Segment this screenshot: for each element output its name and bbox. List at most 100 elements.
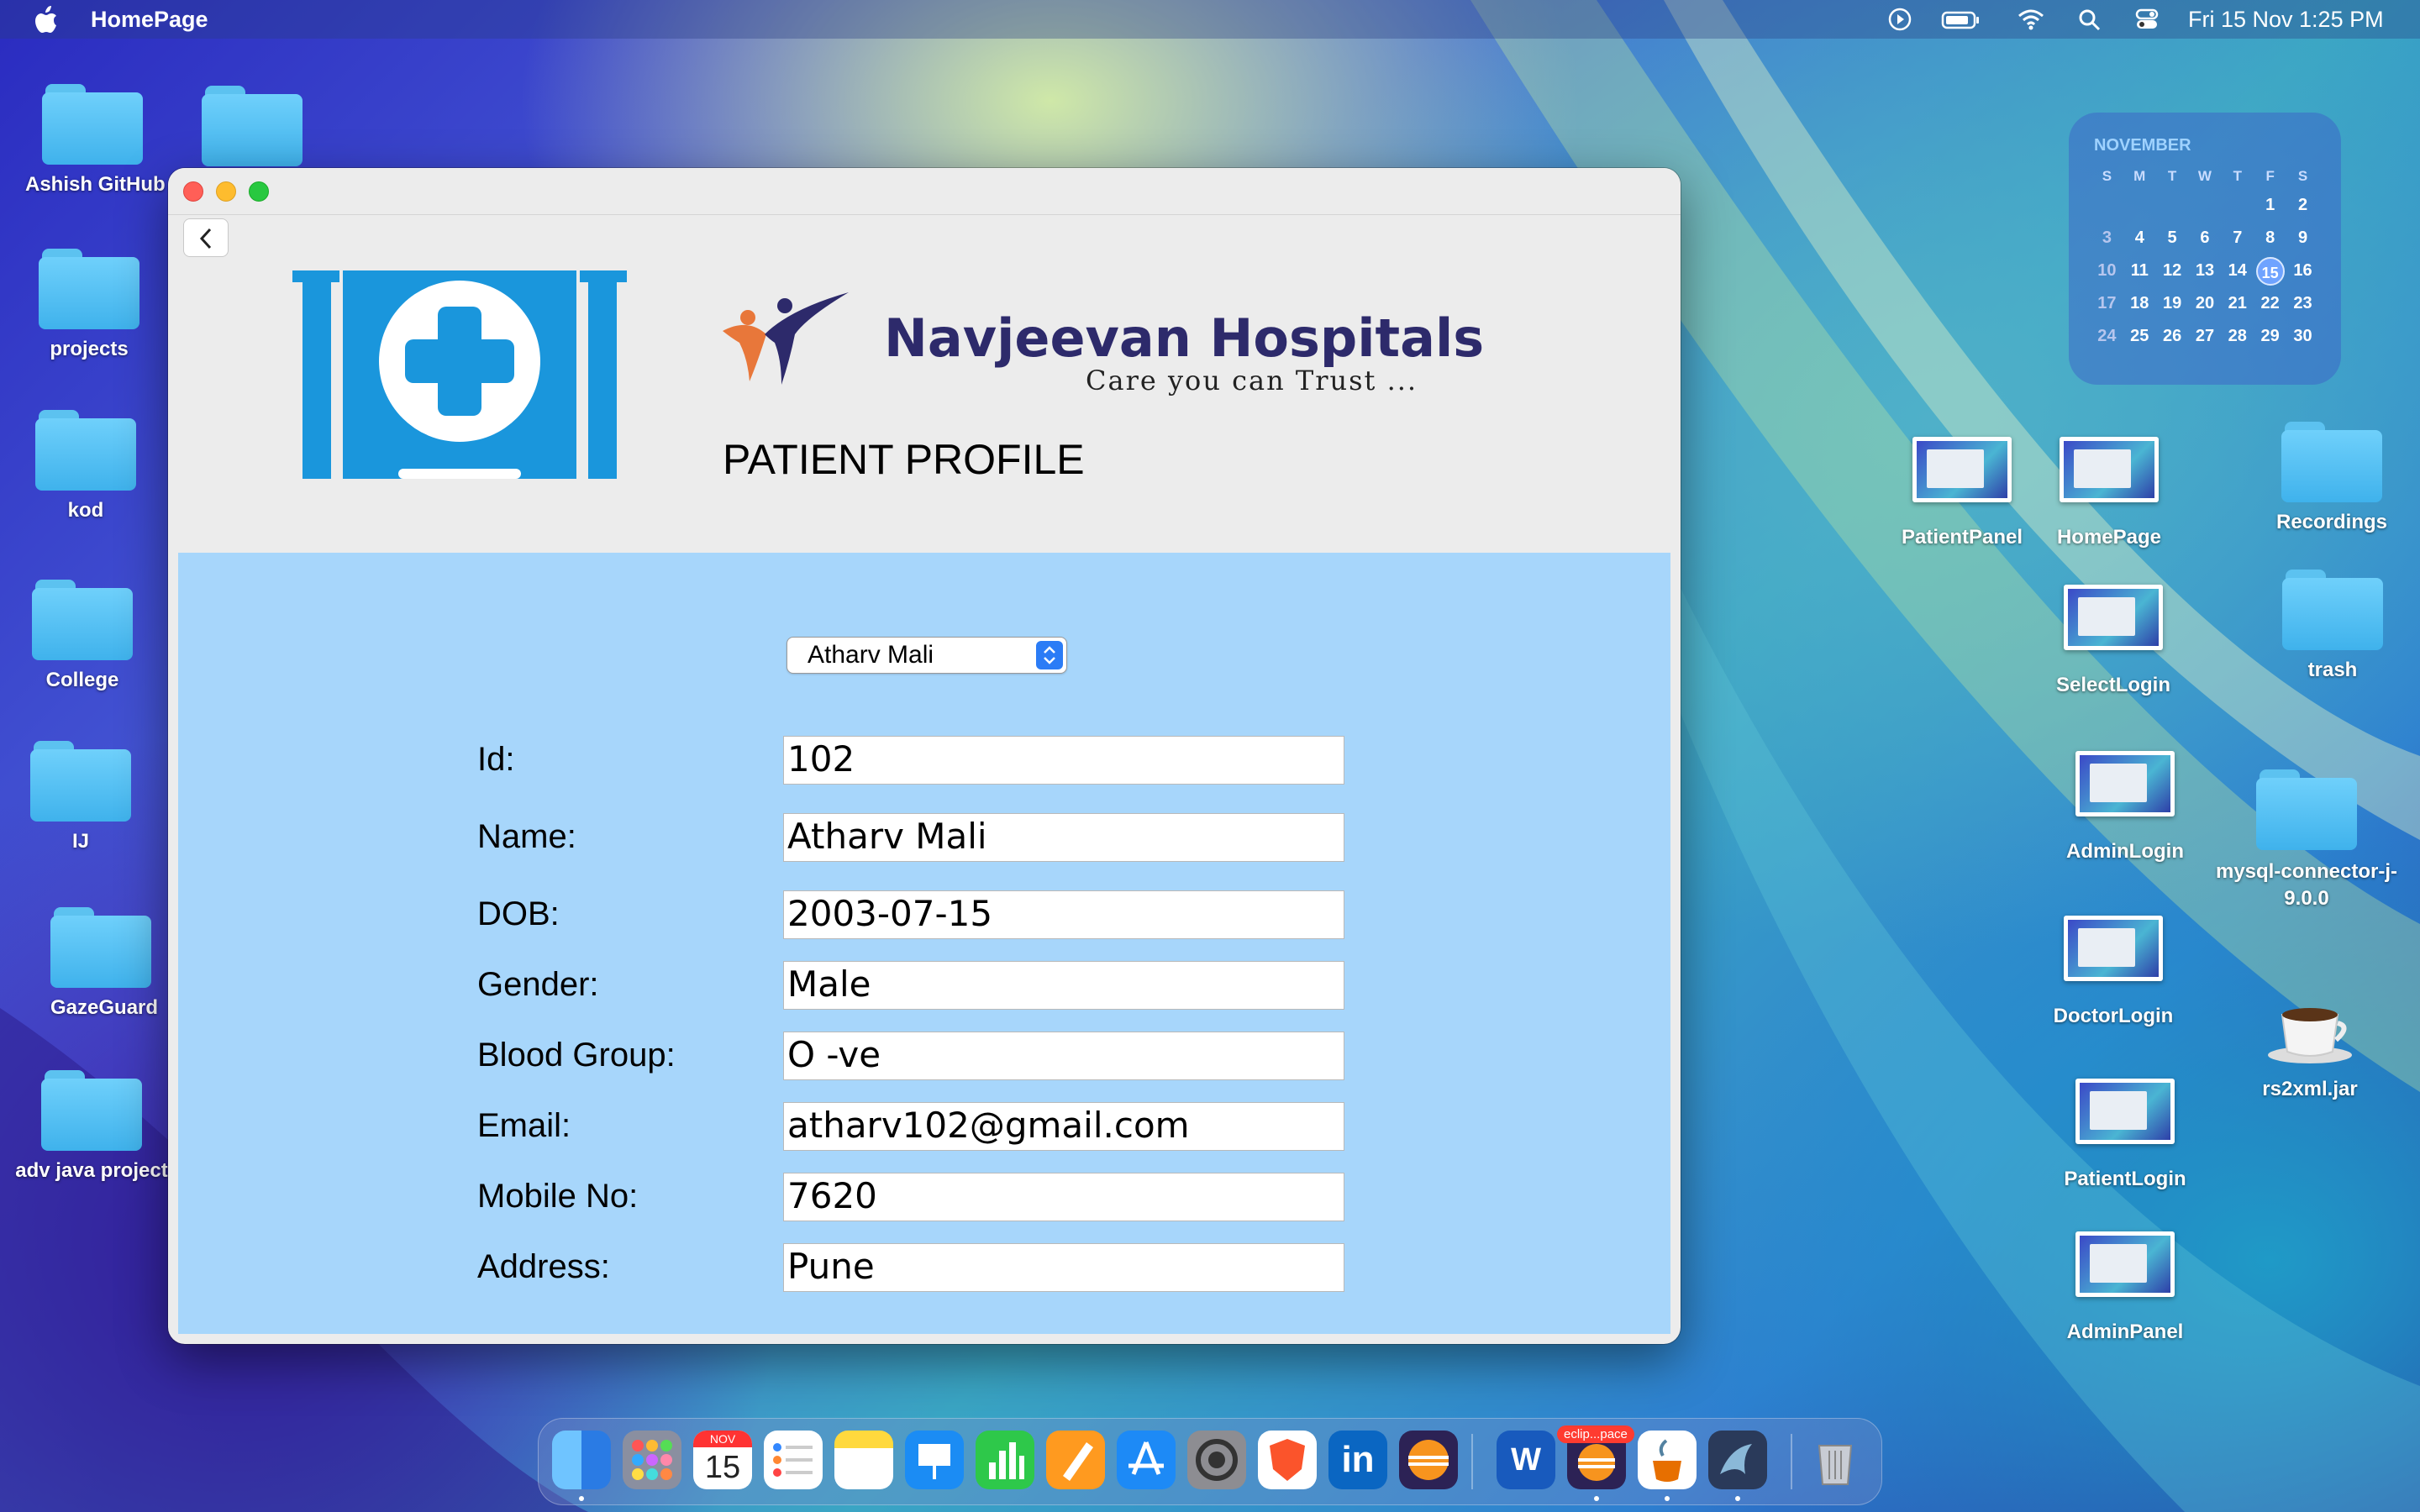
- mysql-workbench-icon[interactable]: [1708, 1431, 1767, 1489]
- reminders-icon[interactable]: [764, 1431, 823, 1489]
- back-button[interactable]: [183, 218, 229, 257]
- calendar-day: 25: [2130, 327, 2149, 345]
- desktop-file-patientlogin[interactable]: PatientLogin: [2045, 1079, 2205, 1191]
- pages-icon[interactable]: [1046, 1431, 1105, 1489]
- dob-field[interactable]: 2003-07-15: [783, 890, 1344, 939]
- desktop-folder-trash[interactable]: trash: [2282, 568, 2383, 682]
- desktop-file-selectlogin[interactable]: SelectLogin: [2033, 585, 2193, 697]
- calendar-day: 2: [2297, 196, 2308, 214]
- calendar-day: 26: [2162, 327, 2182, 345]
- desktop-label: adv java project: [15, 1159, 168, 1182]
- address-label: Address:: [477, 1248, 610, 1285]
- desktop-file-adminlogin[interactable]: AdminLogin: [2045, 751, 2205, 864]
- calendar-day: 1: [2265, 196, 2275, 214]
- desktop-folder-adv-java-project[interactable]: adv java project: [12, 1068, 171, 1183]
- calendar-day: 17: [2097, 294, 2117, 312]
- calendar-today: 15: [2254, 255, 2286, 287]
- blood-group-field[interactable]: O -ve: [783, 1032, 1344, 1080]
- battery-icon[interactable]: [1941, 8, 1981, 31]
- calendar-day: 14: [2228, 261, 2247, 280]
- desktop-label: Recordings: [2275, 511, 2388, 533]
- select-stepper[interactable]: [1036, 641, 1063, 669]
- trash-icon[interactable]: [1806, 1431, 1865, 1489]
- calendar-day: 10: [2097, 261, 2117, 280]
- calendar-day: 30: [2293, 327, 2312, 345]
- finder-icon[interactable]: [552, 1431, 611, 1489]
- desktop-file-adminpanel[interactable]: AdminPanel: [2045, 1231, 2205, 1344]
- calendar-day: 5: [2167, 228, 2177, 247]
- menubar-clock[interactable]: Fri 15 Nov 1:25 PM: [2188, 7, 2384, 33]
- desktop-label: trash: [2307, 659, 2358, 681]
- linkedin-icon[interactable]: in: [1328, 1431, 1387, 1489]
- keynote-icon[interactable]: [905, 1431, 964, 1489]
- patient-select[interactable]: Atharv Mali: [786, 637, 1067, 674]
- desktop-label: DoctorLogin: [2053, 1005, 2174, 1027]
- menu-bar: HomePage Fri 15 Nov 1:25 PM: [0, 0, 2420, 39]
- calendar-dow: M: [2133, 168, 2146, 184]
- calendar-today-number: 15: [2255, 256, 2285, 286]
- microsoft-word-icon[interactable]: W: [1497, 1431, 1555, 1489]
- folder-icon: [2282, 568, 2383, 652]
- calendar-app-day: 15: [704, 1450, 741, 1485]
- calendar-dow: W: [2197, 168, 2212, 184]
- desktop-folder-kod[interactable]: kod: [35, 408, 136, 522]
- desktop-file-patientpanel[interactable]: PatientPanel: [1882, 437, 2042, 549]
- calendar-app-icon[interactable]: NOV 15: [693, 1431, 752, 1489]
- desktop-file-doctorlogin[interactable]: DoctorLogin: [2033, 916, 2193, 1028]
- calendar-day: 8: [2265, 228, 2275, 247]
- window-titlebar[interactable]: [168, 168, 1681, 215]
- launchpad-icon[interactable]: [623, 1431, 681, 1489]
- folder-icon: [2281, 420, 2382, 504]
- apple-icon[interactable]: [34, 5, 59, 34]
- desktop-folder-mysql-connector[interactable]: mysql-connector-j-9.0.0: [2210, 768, 2403, 912]
- desktop-folder-recordings[interactable]: Recordings: [2260, 420, 2403, 534]
- close-window-button[interactable]: [183, 181, 203, 202]
- calendar-day: 9: [2297, 228, 2308, 247]
- wifi-icon[interactable]: [2017, 8, 2045, 31]
- desktop-label: AdminPanel: [2066, 1320, 2184, 1343]
- email-label: Email:: [477, 1107, 571, 1144]
- desktop-folder-college[interactable]: College: [32, 578, 133, 692]
- desktop-folder-ij[interactable]: IJ: [30, 739, 131, 853]
- id-field[interactable]: 102: [783, 736, 1344, 785]
- numbers-icon[interactable]: [976, 1431, 1034, 1489]
- zoom-window-button[interactable]: [249, 181, 269, 202]
- dob-label: DOB:: [477, 895, 560, 932]
- play-circle-icon[interactable]: [1887, 8, 1912, 31]
- calendar-day: 11: [2130, 261, 2149, 280]
- active-app-name[interactable]: HomePage: [91, 7, 208, 33]
- page-title: PATIENT PROFILE: [723, 436, 1085, 483]
- app-store-icon[interactable]: [1117, 1431, 1176, 1489]
- mobile-field[interactable]: 7620: [783, 1173, 1344, 1221]
- minimize-window-button[interactable]: [216, 181, 236, 202]
- notes-icon[interactable]: [834, 1431, 893, 1489]
- name-field[interactable]: Atharv Mali: [783, 813, 1344, 862]
- dock: NOV 15 in W eclip...pace: [538, 1418, 1882, 1505]
- desktop-folder-gazeguard[interactable]: GazeGuard: [50, 906, 158, 1020]
- calendar-grid: S M T W T F S 1 2 3 4 5 6 7 8 9 10 11 12…: [2091, 164, 2319, 353]
- eclipse-workspace-icon[interactable]: eclip...pace: [1557, 1425, 1634, 1489]
- calendar-day: 12: [2162, 261, 2182, 280]
- desktop-folder-ashish-github[interactable]: Ashish GitHub: [25, 82, 166, 197]
- desktop-file-homepage[interactable]: HomePage: [2033, 437, 2185, 549]
- desktop-label: SelectLogin: [2055, 674, 2171, 696]
- address-field[interactable]: Pune: [783, 1243, 1344, 1292]
- java-app-icon[interactable]: [1638, 1431, 1697, 1489]
- blood-group-label: Blood Group:: [477, 1037, 676, 1074]
- eclipse-icon[interactable]: [1399, 1431, 1458, 1489]
- brave-browser-icon[interactable]: [1258, 1431, 1317, 1489]
- search-icon[interactable]: [2077, 8, 2102, 31]
- calendar-widget[interactable]: NOVEMBER S M T W T F S 1 2 3 4 5 6 7 8 9…: [2069, 113, 2341, 385]
- desktop-folder-projects[interactable]: projects: [39, 247, 139, 361]
- running-indicator: [1665, 1496, 1670, 1501]
- running-indicator: [579, 1496, 584, 1501]
- gender-field[interactable]: Male: [783, 961, 1344, 1010]
- system-settings-icon[interactable]: [1187, 1431, 1246, 1489]
- desktop-folder-unnamed[interactable]: [202, 84, 302, 168]
- email-field[interactable]: atharv102@gmail.com: [783, 1102, 1344, 1151]
- screenshot-thumbnail-icon: [2075, 1079, 2175, 1144]
- control-center-icon[interactable]: [2134, 8, 2160, 31]
- desktop-file-rs2xml[interactable]: rs2xml.jar: [2238, 990, 2381, 1101]
- calendar-month: NOVEMBER: [2094, 136, 2191, 155]
- chevron-left-icon: [199, 228, 212, 249]
